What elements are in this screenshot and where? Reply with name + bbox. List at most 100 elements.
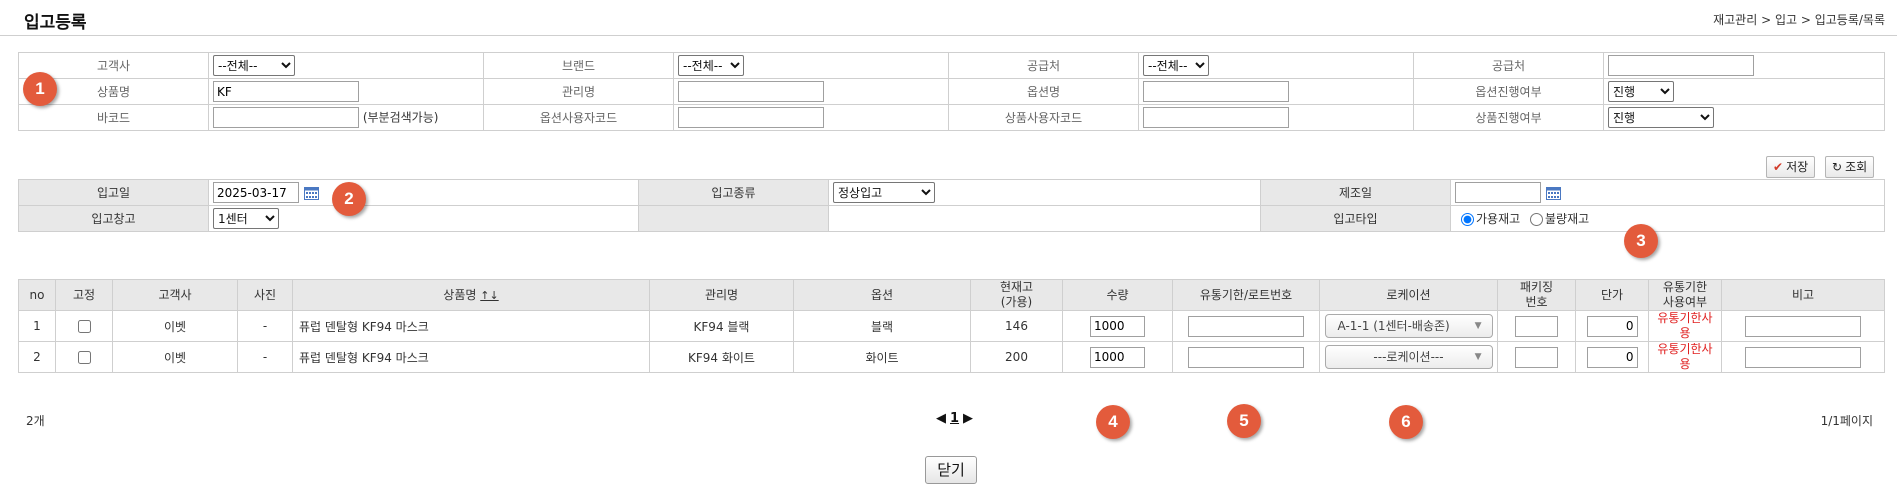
option-status-select[interactable]: 진행 — [1608, 81, 1674, 102]
row-stock: 146 — [970, 310, 1063, 342]
memo-input[interactable] — [1745, 346, 1861, 368]
option-name-input[interactable] — [1143, 81, 1289, 102]
row-product: 퓨럽 덴탈형 KF94 마스크 — [292, 310, 650, 342]
dropdown-arrow-icon: ▼ — [1474, 321, 1482, 331]
row-price-cell — [1575, 341, 1649, 373]
warehouse-label: 입고창고 — [18, 205, 209, 232]
product-code-input[interactable] — [1143, 107, 1289, 128]
mgmt-name-cell — [673, 78, 949, 105]
col-mgmt: 관리명 — [649, 279, 794, 311]
mgmt-name-label: 관리명 — [483, 78, 674, 105]
row-expiry-cell — [1172, 341, 1320, 373]
col-price: 단가 — [1575, 279, 1649, 311]
entry-date-input[interactable] — [213, 182, 299, 203]
row-option: 블랙 — [793, 310, 971, 342]
row-memo-cell — [1721, 310, 1885, 342]
empty-label — [638, 205, 829, 232]
stock-available-radio[interactable] — [1461, 213, 1474, 226]
supplier2-label: 공급처 — [1413, 52, 1604, 79]
row-no: 2 — [18, 341, 56, 373]
row-mgmt: KF94 화이트 — [649, 341, 794, 373]
packaging-input[interactable] — [1515, 315, 1558, 337]
page-info: 1/1페이지 — [1820, 414, 1873, 428]
search-filter-table: 고객사 --전체-- 브랜드 --전체-- 공급처 --전체-- 공급처 상품명… — [18, 52, 1885, 131]
brand-select[interactable]: --전체-- — [678, 55, 744, 76]
row-product: 퓨럽 덴탈형 KF94 마스크 — [292, 341, 650, 373]
page-number[interactable]: 1 — [950, 411, 959, 426]
supplier2-input[interactable] — [1608, 55, 1754, 76]
table-row: 2 이벳 - 퓨럽 덴탈형 KF94 마스크 KF94 화이트 화이트 200 … — [18, 341, 1885, 373]
option-code-input[interactable] — [678, 107, 824, 128]
row-photo: - — [237, 310, 293, 342]
barcode-cell: (부분검색가능) — [208, 104, 484, 131]
brand-cell: --전체-- — [673, 52, 949, 79]
product-code-label: 상품사용자코드 — [948, 104, 1139, 131]
product-status-label: 상품진행여부 — [1413, 104, 1604, 131]
page-title: 입고등록 — [24, 13, 87, 33]
query-button[interactable]: ↻ 조회 — [1825, 156, 1875, 178]
annotation-badge-4: 4 — [1096, 405, 1130, 439]
col-product: 상품명 ↑↓ — [292, 279, 650, 311]
qty-input[interactable] — [1090, 315, 1145, 337]
option-code-label: 옵션사용자코드 — [483, 104, 674, 131]
stock-defective-radio[interactable] — [1530, 213, 1543, 226]
entry-type-label: 입고종류 — [638, 179, 829, 206]
col-no: no — [18, 279, 56, 311]
inbound-list-table: no 고정 고객사 사진 상품명 ↑↓ 관리명 옵션 현재고 (가용) 수량 유통… — [18, 279, 1885, 373]
customer-cell: --전체-- — [208, 52, 484, 79]
warehouse-select[interactable]: 1센터 — [213, 208, 279, 229]
row-location-cell: A-1-1 (1센터-배송존) ▼ — [1319, 310, 1498, 342]
option-status-label: 옵션진행여부 — [1413, 78, 1604, 105]
fixed-checkbox[interactable] — [77, 320, 91, 333]
location-select[interactable]: ---로케이션--- ▼ — [1324, 345, 1493, 369]
row-customer: 이벳 — [112, 341, 238, 373]
product-code-cell — [1138, 104, 1414, 131]
save-button[interactable]: ✔ 저장 — [1766, 156, 1816, 178]
col-photo: 사진 — [237, 279, 293, 311]
packaging-input[interactable] — [1515, 346, 1558, 368]
entry-type-select[interactable]: 정상입고 — [833, 182, 935, 203]
next-page-icon[interactable]: ▶ — [963, 411, 973, 426]
annotation-badge-6: 6 — [1389, 405, 1423, 439]
close-button[interactable]: 닫기 — [925, 456, 977, 484]
option-status-cell: 진행 — [1603, 78, 1885, 105]
fixed-checkbox[interactable] — [77, 351, 91, 364]
check-icon: ✔ — [1773, 160, 1784, 174]
option-code-cell — [673, 104, 949, 131]
sort-toggle[interactable]: ↑↓ — [480, 289, 498, 302]
supplier2-cell — [1603, 52, 1885, 79]
entry-date-label: 입고일 — [18, 179, 209, 206]
entry-type-cell: 정상입고 — [828, 179, 1261, 206]
col-stock: 현재고 (가용) — [970, 279, 1063, 311]
col-packaging: 패키징 번호 — [1497, 279, 1576, 311]
mgmt-name-input[interactable] — [678, 81, 824, 102]
row-expiry-cell — [1172, 310, 1320, 342]
option-name-cell — [1138, 78, 1414, 105]
product-status-select[interactable]: 진행 — [1608, 107, 1714, 128]
expiry-input[interactable] — [1188, 315, 1304, 337]
calendar-icon[interactable] — [1545, 186, 1561, 200]
calendar-icon[interactable] — [303, 186, 319, 200]
memo-input[interactable] — [1745, 315, 1861, 337]
barcode-input[interactable] — [213, 107, 359, 128]
location-select[interactable]: A-1-1 (1센터-배송존) ▼ — [1324, 314, 1493, 338]
product-name-input[interactable] — [213, 81, 359, 102]
barcode-label: 바코드 — [18, 104, 209, 131]
mfg-date-input[interactable] — [1455, 182, 1541, 203]
col-expiry: 유통기한/로트번호 — [1172, 279, 1320, 311]
supplier-select[interactable]: --전체-- — [1143, 55, 1209, 76]
price-input[interactable] — [1586, 315, 1638, 337]
prev-page-icon[interactable]: ◀ — [936, 411, 946, 426]
customer-select[interactable]: --전체-- — [213, 55, 295, 76]
row-option: 화이트 — [793, 341, 971, 373]
col-fixed: 고정 — [55, 279, 113, 311]
qty-input[interactable] — [1090, 346, 1145, 368]
row-packaging-cell — [1497, 341, 1576, 373]
expiry-input[interactable] — [1188, 346, 1304, 368]
table-row: 1 이벳 - 퓨럽 덴탈형 KF94 마스크 KF94 블랙 블랙 146 A-… — [18, 310, 1885, 342]
barcode-hint: (부분검색가능) — [362, 110, 439, 125]
supplier-cell: --전체-- — [1138, 52, 1414, 79]
price-input[interactable] — [1586, 346, 1638, 368]
row-expiry-use: 유통기한사 용 — [1648, 310, 1722, 342]
row-no: 1 — [18, 310, 56, 342]
